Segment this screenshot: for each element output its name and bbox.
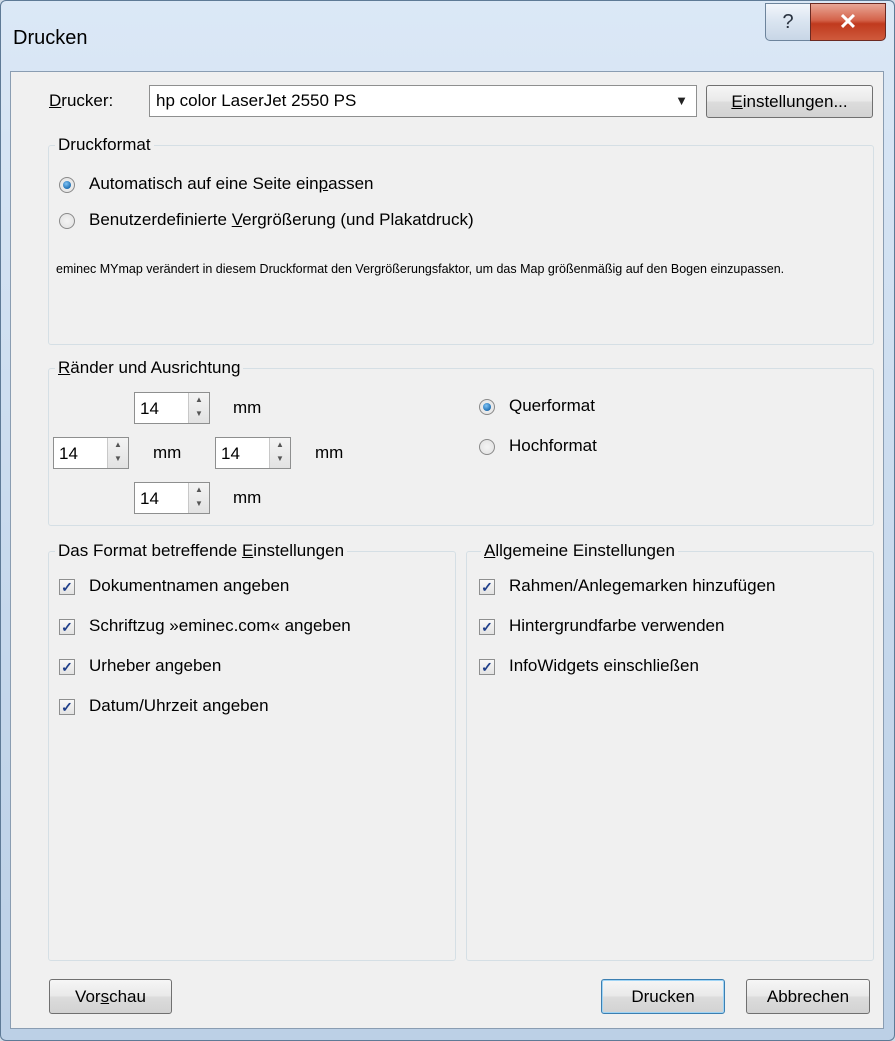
print-button[interactable]: Drucken bbox=[601, 979, 725, 1014]
print-dialog: Drucken ? ✕ Drucker: hp color LaserJet 2… bbox=[0, 0, 895, 1041]
spin-arrows-icon[interactable]: ▲ ▼ bbox=[188, 483, 209, 513]
margin-bottom-value[interactable]: 14 bbox=[140, 489, 159, 509]
radio-portrait[interactable] bbox=[479, 439, 495, 455]
margin-bottom-stepper[interactable]: 14 ▲ ▼ bbox=[134, 482, 210, 514]
fit-page-label[interactable]: Automatisch auf eine Seite einpassen bbox=[89, 174, 374, 194]
checkbox-infowidgets[interactable]: ✓ bbox=[479, 659, 495, 675]
margin-left-stepper[interactable]: 14 ▲ ▼ bbox=[53, 437, 129, 469]
druckformat-title: Druckformat bbox=[55, 135, 154, 155]
radio-custom-zoom[interactable] bbox=[59, 213, 75, 229]
format-settings-group bbox=[48, 551, 456, 961]
printer-select[interactable]: hp color LaserJet 2550 PS ▼ bbox=[149, 85, 697, 117]
margin-top-value[interactable]: 14 bbox=[140, 399, 159, 419]
frame-marks-label[interactable]: Rahmen/Anlegemarken hinzufügen bbox=[509, 576, 776, 596]
custom-zoom-label[interactable]: Benutzerdefinierte Vergrößerung (und Pla… bbox=[89, 210, 474, 230]
close-icon: ✕ bbox=[838, 9, 858, 34]
portrait-label[interactable]: Hochformat bbox=[509, 436, 597, 456]
margins-title: Ränder und Ausrichtung bbox=[55, 358, 244, 378]
spin-arrows-icon[interactable]: ▲ ▼ bbox=[269, 438, 290, 468]
checkbox-datetime[interactable]: ✓ bbox=[59, 699, 75, 715]
margin-right-stepper[interactable]: 14 ▲ ▼ bbox=[215, 437, 291, 469]
lettering-label[interactable]: Schriftzug »eminec.com« angeben bbox=[89, 616, 351, 636]
preview-label: Vorschau bbox=[75, 986, 146, 1006]
chevron-down-icon: ▼ bbox=[675, 93, 688, 108]
printer-settings-label: Einstellungen... bbox=[731, 91, 848, 111]
printer-selected-value: hp color LaserJet 2550 PS bbox=[156, 91, 357, 110]
printer-label: Drucker: bbox=[49, 91, 114, 110]
margin-right-unit: mm bbox=[315, 443, 344, 462]
radio-fit-page[interactable] bbox=[59, 177, 75, 193]
print-label: Drucken bbox=[631, 986, 695, 1006]
title-bar[interactable]: Drucken ? ✕ bbox=[1, 1, 894, 71]
infowidgets-label[interactable]: InfoWidgets einschließen bbox=[509, 656, 699, 676]
general-settings-group bbox=[466, 551, 874, 961]
margin-right-value[interactable]: 14 bbox=[221, 444, 240, 464]
margin-left-unit: mm bbox=[153, 443, 182, 462]
document-name-label[interactable]: Dokumentnamen angeben bbox=[89, 576, 289, 596]
margin-top-stepper[interactable]: 14 ▲ ▼ bbox=[134, 392, 210, 424]
margin-top-unit: mm bbox=[233, 398, 262, 417]
background-color-label[interactable]: Hintergrundfarbe verwenden bbox=[509, 616, 724, 636]
close-button[interactable]: ✕ bbox=[810, 3, 886, 41]
help-button[interactable]: ? bbox=[765, 3, 811, 41]
druckformat-description: eminec MYmap verändert in diesem Druckfo… bbox=[56, 262, 785, 276]
margin-bottom-unit: mm bbox=[233, 488, 262, 507]
spin-arrows-icon[interactable]: ▲ ▼ bbox=[188, 393, 209, 423]
general-settings-title: Allgemeine Einstellungen bbox=[481, 541, 678, 561]
checkbox-background-color[interactable]: ✓ bbox=[479, 619, 495, 635]
author-label[interactable]: Urheber angeben bbox=[89, 656, 221, 676]
cancel-label: Abbrechen bbox=[766, 986, 850, 1006]
radio-landscape[interactable] bbox=[479, 399, 495, 415]
dialog-client-area: Drucker: hp color LaserJet 2550 PS ▼ Ein… bbox=[10, 71, 884, 1029]
checkbox-lettering[interactable]: ✓ bbox=[59, 619, 75, 635]
preview-button[interactable]: Vorschau bbox=[49, 979, 172, 1014]
checkbox-author[interactable]: ✓ bbox=[59, 659, 75, 675]
window-title: Drucken bbox=[13, 27, 88, 49]
printer-settings-button[interactable]: Einstellungen... bbox=[706, 85, 873, 118]
checkbox-frame-marks[interactable]: ✓ bbox=[479, 579, 495, 595]
margin-left-value[interactable]: 14 bbox=[59, 444, 78, 464]
datetime-label[interactable]: Datum/Uhrzeit angeben bbox=[89, 696, 269, 716]
format-settings-title: Das Format betreffende Einstellungen bbox=[55, 541, 348, 561]
cancel-button[interactable]: Abbrechen bbox=[746, 979, 870, 1014]
spin-arrows-icon[interactable]: ▲ ▼ bbox=[107, 438, 128, 468]
checkbox-document-name[interactable]: ✓ bbox=[59, 579, 75, 595]
landscape-label[interactable]: Querformat bbox=[509, 396, 595, 416]
help-icon: ? bbox=[782, 10, 794, 33]
